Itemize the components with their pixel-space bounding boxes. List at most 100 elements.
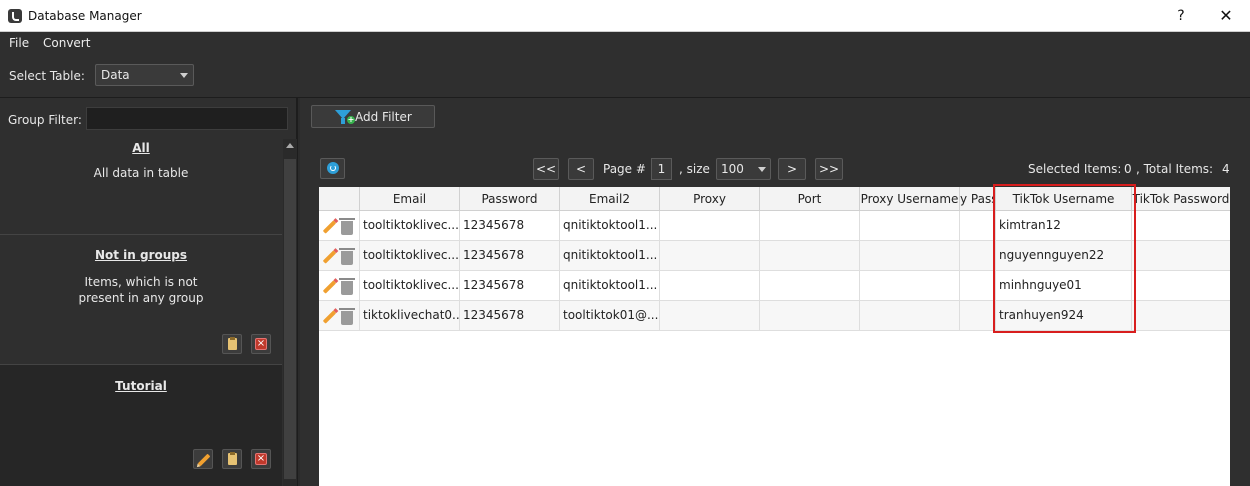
delete-group-button[interactable]: ×: [251, 334, 271, 354]
header-tiktok-password[interactable]: TikTok Password: [1132, 187, 1230, 211]
header-proxy-username[interactable]: Proxy Username: [860, 187, 960, 211]
chevron-down-icon: [180, 73, 188, 78]
page-size-dropdown[interactable]: 100: [716, 158, 771, 180]
cell-email[interactable]: tiktoklivechat0...: [360, 301, 460, 331]
total-items-label: , Total Items:: [1136, 162, 1214, 176]
window-title: Database Manager: [28, 9, 142, 23]
delete-icon: ×: [255, 453, 267, 465]
cell-proxy-username[interactable]: [860, 301, 960, 331]
group-all[interactable]: All All data in table: [0, 139, 282, 235]
cell-proxy-password[interactable]: [960, 211, 996, 241]
group-description: Items, which is not present in any group: [78, 275, 204, 305]
cell-email[interactable]: tooltiktoklivec...: [360, 241, 460, 271]
add-filter-button[interactable]: + Add Filter: [311, 105, 435, 128]
cell-password[interactable]: 12345678: [460, 241, 560, 271]
close-button[interactable]: ✕: [1213, 5, 1239, 27]
title-bar: Database Manager ? ✕: [0, 0, 1250, 32]
refresh-icon: [327, 162, 339, 174]
header-actions: [319, 187, 360, 211]
cell-port[interactable]: [760, 241, 860, 271]
group-panel: Group Filter: All All data in table Not …: [0, 98, 298, 486]
cell-email2[interactable]: qnitiktoktool1...: [560, 241, 660, 271]
refresh-button[interactable]: [320, 158, 345, 179]
prev-page-button[interactable]: <: [568, 158, 594, 180]
cell-proxy[interactable]: [660, 301, 760, 331]
group-tutorial[interactable]: Tutorial ×: [0, 365, 282, 486]
header-proxy-password[interactable]: y Pass: [960, 187, 996, 211]
cell-password[interactable]: 12345678: [460, 301, 560, 331]
group-not-in-groups[interactable]: Not in groups Items, which is not present…: [0, 235, 282, 365]
group-title: Not in groups: [94, 248, 188, 262]
cell-email2[interactable]: qnitiktoktool1...: [560, 211, 660, 241]
cell-proxy[interactable]: [660, 271, 760, 301]
page-label: Page #: [603, 162, 646, 176]
pencil-icon[interactable]: [321, 308, 341, 324]
cell-port[interactable]: [760, 271, 860, 301]
header-email[interactable]: Email: [360, 187, 460, 211]
next-page-button[interactable]: >: [778, 158, 806, 180]
cell-proxy-username[interactable]: [860, 241, 960, 271]
cell-tiktok-password[interactable]: [1132, 211, 1230, 241]
cell-password[interactable]: 12345678: [460, 211, 560, 241]
cell-port[interactable]: [760, 301, 860, 331]
cell-tiktok-password[interactable]: [1132, 241, 1230, 271]
cell-proxy-username[interactable]: [860, 211, 960, 241]
header-password[interactable]: Password: [460, 187, 560, 211]
cell-password[interactable]: 12345678: [460, 271, 560, 301]
cell-email[interactable]: tooltiktoklivec...: [360, 271, 460, 301]
table-toolbar: Select Table: Data: [0, 54, 1250, 98]
size-label: , size: [679, 162, 710, 176]
header-proxy[interactable]: Proxy: [660, 187, 760, 211]
cell-tiktok-password[interactable]: [1132, 301, 1230, 331]
selected-items-label: Selected Items:: [1028, 162, 1122, 176]
scroll-up-icon[interactable]: [286, 143, 294, 148]
cell-proxy-password[interactable]: [960, 241, 996, 271]
group-list: All All data in table Not in groups Item…: [0, 139, 282, 486]
trash-icon[interactable]: [339, 278, 355, 295]
paste-button[interactable]: [222, 449, 242, 469]
group-title: All: [132, 141, 150, 155]
trash-icon[interactable]: [339, 218, 355, 235]
delete-group-button[interactable]: ×: [251, 449, 271, 469]
select-table-dropdown[interactable]: Data: [95, 64, 194, 86]
group-scrollbar[interactable]: [283, 139, 297, 486]
group-filter-label: Group Filter:: [8, 113, 82, 127]
row-actions: [319, 271, 360, 301]
header-port[interactable]: Port: [760, 187, 860, 211]
paste-button[interactable]: [222, 334, 242, 354]
select-table-label: Select Table:: [9, 69, 85, 83]
total-items-count: 4: [1222, 162, 1230, 176]
menu-file[interactable]: File: [9, 36, 29, 50]
pencil-icon[interactable]: [321, 278, 341, 294]
app-icon: [8, 9, 22, 23]
cell-email2[interactable]: qnitiktoktool1...: [560, 271, 660, 301]
trash-icon[interactable]: [339, 308, 355, 325]
cell-proxy-password[interactable]: [960, 301, 996, 331]
trash-icon[interactable]: [339, 248, 355, 265]
group-filter-input[interactable]: [86, 107, 288, 130]
clipboard-icon: [228, 337, 237, 350]
help-button[interactable]: ?: [1170, 5, 1192, 27]
row-actions: [319, 241, 360, 271]
cell-email[interactable]: tooltiktoklivec...: [360, 211, 460, 241]
pencil-icon[interactable]: [321, 218, 341, 234]
select-table-value: Data: [101, 68, 130, 82]
pencil-icon: [197, 453, 211, 467]
cell-port[interactable]: [760, 211, 860, 241]
cell-email2[interactable]: tooltiktok01@...: [560, 301, 660, 331]
cell-tiktok-password[interactable]: [1132, 271, 1230, 301]
selected-items-count: 0: [1124, 162, 1132, 176]
group-description: All data in table: [93, 166, 189, 180]
scroll-thumb[interactable]: [284, 159, 296, 479]
menu-convert[interactable]: Convert: [43, 36, 90, 50]
cell-proxy[interactable]: [660, 211, 760, 241]
first-page-button[interactable]: <<: [533, 158, 559, 180]
cell-proxy-password[interactable]: [960, 271, 996, 301]
cell-proxy[interactable]: [660, 241, 760, 271]
page-number-input[interactable]: 1: [651, 158, 672, 180]
edit-group-button[interactable]: [193, 449, 213, 469]
cell-proxy-username[interactable]: [860, 271, 960, 301]
header-email2[interactable]: Email2: [560, 187, 660, 211]
last-page-button[interactable]: >>: [815, 158, 843, 180]
pencil-icon[interactable]: [321, 248, 341, 264]
